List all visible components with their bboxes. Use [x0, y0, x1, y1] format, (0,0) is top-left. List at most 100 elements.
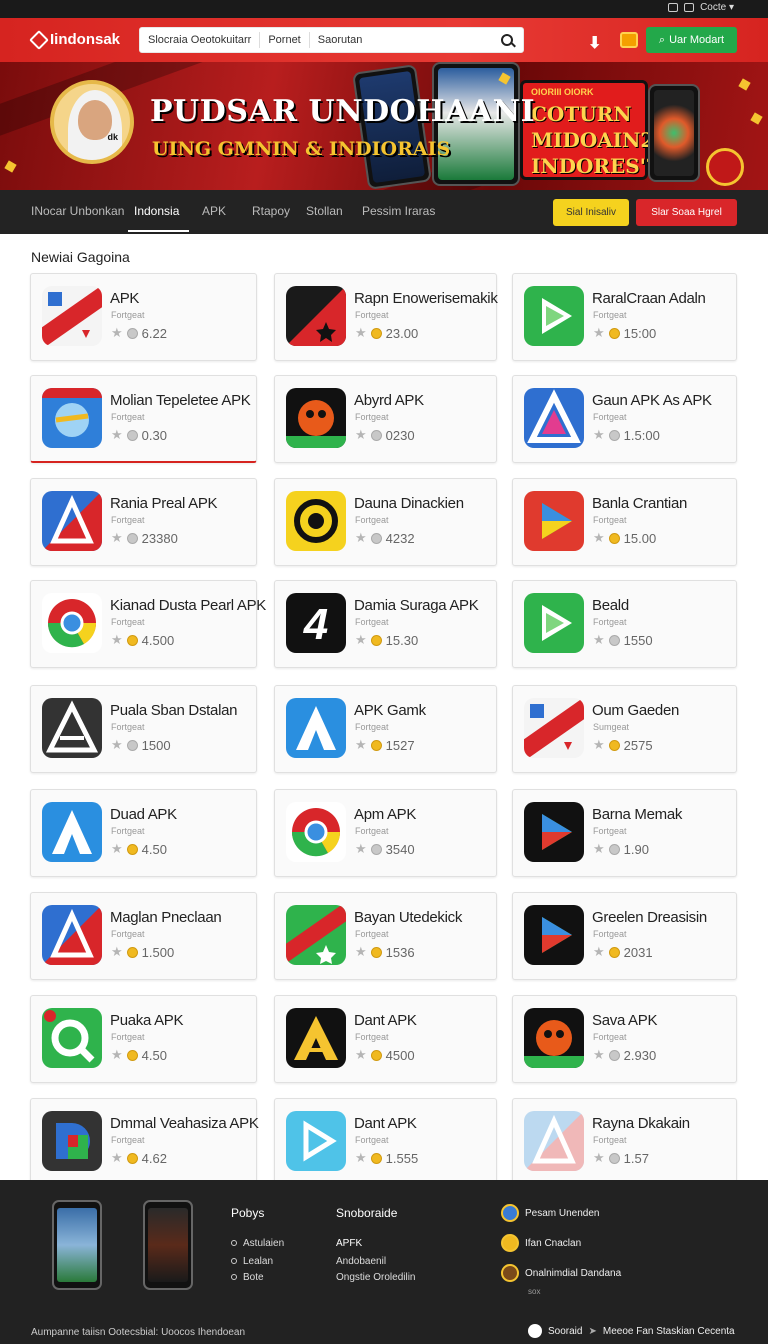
green-play-icon[interactable] — [524, 286, 584, 346]
user-menu[interactable]: Cocte ▾ — [700, 2, 734, 13]
app-name[interactable]: Puala Sban Dstalan — [110, 702, 238, 719]
app-name[interactable]: Dant APK — [354, 1115, 417, 1132]
nav-item-pessim[interactable]: Pessim Iraras — [362, 204, 435, 218]
footer-link[interactable]: Astulaien — [231, 1238, 284, 1249]
app-card[interactable]: Dant APK Fortgeat ★ 1.555 — [274, 1098, 497, 1186]
app-card[interactable]: Gaun APK As APK Fortgeat ★ 1.5:00 — [512, 375, 737, 463]
app-name[interactable]: Molian Tepeletee APK — [110, 392, 251, 409]
blue-a-icon[interactable] — [42, 802, 102, 862]
site-logo[interactable]: Iindonsak — [29, 29, 120, 50]
app-card[interactable]: RaralCraan Adaln Fortgeat ★ 15:00 — [512, 273, 737, 361]
app-name[interactable]: APK Gamk — [354, 702, 426, 719]
triangle-a-icon[interactable] — [524, 388, 584, 448]
search-bar[interactable]: Slocraia Oeotokuitarr Pornet Saorutan — [139, 27, 524, 53]
footer-bottom-link[interactable]: Sooraid — [548, 1326, 582, 1337]
app-card[interactable]: Dauna Dinackien Fortgeat ★ 4232 — [274, 478, 497, 566]
footer-link[interactable]: Andobaenil — [336, 1256, 386, 1267]
app-card[interactable]: Beald Fortgeat ★ 1550 — [512, 580, 737, 668]
app-card[interactable]: Sava APK Fortgeat ★ 2.930 — [512, 995, 737, 1083]
app-card[interactable]: Molian Tepeletee APK Fortgeat ★ 0.30 — [30, 375, 257, 463]
app-name[interactable]: Barna Memak — [592, 806, 682, 823]
app-name[interactable]: RaralCraan Adaln — [592, 290, 706, 307]
footer-bottom-link[interactable]: Meeoe Fan Staskian Cecenta — [603, 1326, 735, 1337]
app-name[interactable]: Gaun APK As APK — [592, 392, 712, 409]
nav-item-home[interactable]: INocar Unbonkan — [31, 204, 124, 218]
dark-a-icon[interactable] — [42, 698, 102, 758]
app-card[interactable]: 4 Damia Suraga APK Fortgeat ★ 15.30 — [274, 580, 497, 668]
window-icon[interactable] — [668, 3, 679, 12]
app-name[interactable]: Damia Suraga APK — [354, 597, 479, 614]
striped-red-icon[interactable] — [524, 698, 584, 758]
cyan-play-icon[interactable] — [286, 1111, 346, 1171]
app-card[interactable]: Apm APK Fortgeat ★ 3540 — [274, 789, 497, 877]
blue-a-icon[interactable] — [286, 698, 346, 758]
globe-arrow-icon[interactable] — [42, 388, 102, 448]
footer-social-link[interactable]: Pesam Unenden — [501, 1204, 600, 1222]
app-card[interactable]: Puala Sban Dstalan Fortgeat ★ 1500 — [30, 685, 257, 773]
red-play-icon[interactable] — [524, 491, 584, 551]
app-name[interactable]: Greelen Dreasisin — [592, 909, 707, 926]
app-name[interactable]: Maglan Pneclaan — [110, 909, 222, 926]
striped-red-icon[interactable] — [42, 286, 102, 346]
app-name[interactable]: Dauna Dinackien — [354, 495, 464, 512]
app-card[interactable]: Puaka APK Fortgeat ★ 4.50 — [30, 995, 257, 1083]
app-name[interactable]: Dmmal Veahasiza APK — [110, 1115, 259, 1132]
app-card[interactable]: Oum Gaeden Sumgeat ★ 2575 — [512, 685, 737, 773]
nav-item-rtapoy[interactable]: Rtapoy — [252, 204, 290, 218]
green-q-icon[interactable] — [42, 1008, 102, 1068]
footer-link[interactable]: Bote — [231, 1272, 264, 1283]
window-icon[interactable] — [684, 3, 695, 12]
star-split-icon[interactable] — [286, 286, 346, 346]
app-card[interactable]: Barna Memak Fortgeat ★ 1.90 — [512, 789, 737, 877]
app-name[interactable]: Oum Gaeden — [592, 702, 679, 719]
chrome-like-icon[interactable] — [42, 593, 102, 653]
gift-icon[interactable] — [620, 32, 638, 48]
app-name[interactable]: Rapn Enowerisemakik — [354, 290, 498, 307]
footer-link[interactable]: Ongstie Oroledilin — [336, 1272, 415, 1283]
app-card[interactable]: Greelen Dreasisin Fortgeat ★ 2031 — [512, 892, 737, 980]
footer-link[interactable]: Lealan — [231, 1256, 273, 1267]
app-card[interactable]: Rania Preal APK Fortgeat ★ 23380 — [30, 478, 257, 566]
search-category[interactable]: Slocraia Oeotokuitarr — [140, 32, 261, 48]
green-play-icon[interactable] — [524, 593, 584, 653]
app-card[interactable]: APK Fortgeat ★ 6.22 — [30, 273, 257, 361]
chrome-like-icon[interactable] — [286, 802, 346, 862]
yellow-at-icon[interactable] — [286, 491, 346, 551]
app-name[interactable]: Kianad Dusta Pearl APK — [110, 597, 266, 614]
nav-item-apk[interactable]: APK — [202, 204, 226, 218]
app-card[interactable]: APK Gamk Fortgeat ★ 1527 — [274, 685, 497, 773]
search-icon[interactable] — [501, 34, 513, 46]
number-four-icon[interactable]: 4 — [286, 593, 346, 653]
black-play-icon[interactable] — [524, 905, 584, 965]
app-card[interactable]: Dant APK Fortgeat ★ 4500 — [274, 995, 497, 1083]
app-card[interactable]: Abyrd APK Fortgeat ★ 0230 — [274, 375, 497, 463]
app-name[interactable]: Abyrd APK — [354, 392, 424, 409]
blue-red-a-icon[interactable] — [42, 491, 102, 551]
robot-face-icon[interactable] — [286, 388, 346, 448]
app-card[interactable]: Duad APK Fortgeat ★ 4.50 — [30, 789, 257, 877]
nav-button-install[interactable]: Sial Inisaliv — [553, 199, 629, 226]
nav-item-indonesia[interactable]: Indonsia — [127, 204, 190, 232]
app-name[interactable]: Bayan Utedekick — [354, 909, 462, 926]
app-name[interactable]: Sava APK — [592, 1012, 657, 1029]
app-name[interactable]: Beald — [592, 597, 629, 614]
header-cta-button[interactable]: ⌕ Uar Modart — [646, 27, 737, 53]
app-card[interactable]: Rayna Dkakain Fortgeat ★ 1.57 — [512, 1098, 737, 1186]
footer-link[interactable]: APFK — [336, 1238, 362, 1249]
app-name[interactable]: Dant APK — [354, 1012, 417, 1029]
search-filter[interactable]: Pornet — [260, 32, 310, 48]
app-card[interactable]: Maglan Pneclaan Fortgeat ★ 1.500 — [30, 892, 257, 980]
footer-social-link[interactable]: Ifan Cnaclan — [501, 1234, 581, 1252]
app-name[interactable]: Apm APK — [354, 806, 416, 823]
robot-face-icon[interactable] — [524, 1008, 584, 1068]
nav-button-register[interactable]: Slar Soaa Hgrel — [636, 199, 737, 226]
app-name[interactable]: APK — [110, 290, 139, 307]
app-name[interactable]: Duad APK — [110, 806, 177, 823]
app-name[interactable]: Rayna Dkakain — [592, 1115, 690, 1132]
black-play-icon[interactable] — [524, 802, 584, 862]
nav-item-stollan[interactable]: Stollan — [306, 204, 343, 218]
app-name[interactable]: Puaka APK — [110, 1012, 183, 1029]
app-name[interactable]: Banla Crantian — [592, 495, 687, 512]
yellow-a-icon[interactable] — [286, 1008, 346, 1068]
blue-red-a-icon[interactable] — [42, 905, 102, 965]
